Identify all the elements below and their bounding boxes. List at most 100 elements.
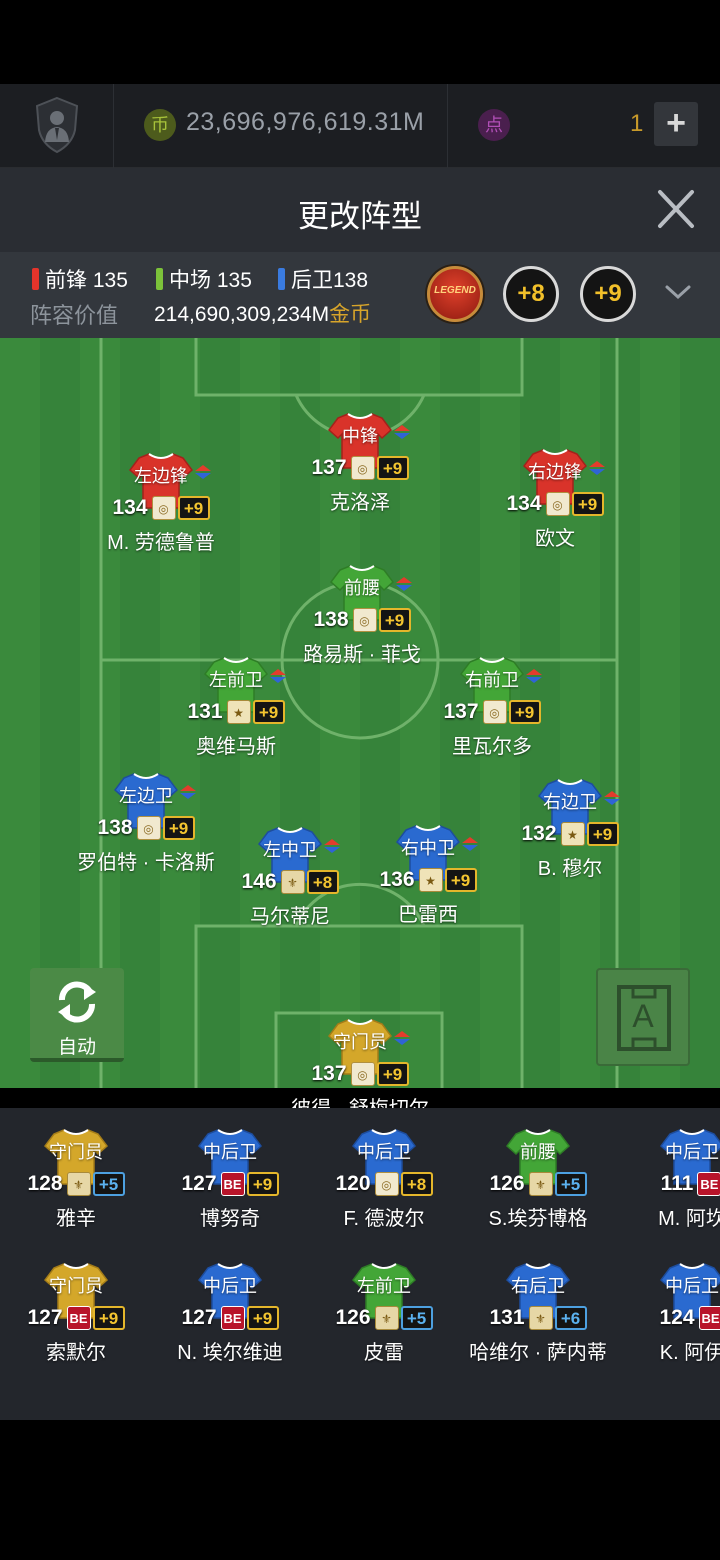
season-badge-icon: ◎ [350,1062,375,1086]
position-label: 右边锋 [528,462,582,482]
position-flag-icon [462,837,478,851]
overall-rating: 134 [506,492,542,515]
position-flag-icon [394,1031,410,1045]
season-badge-icon: ◎ [151,496,176,520]
profile-segment[interactable] [0,84,114,168]
season-badge-icon: BE [698,1306,720,1330]
season-badge-icon: BE [220,1172,245,1196]
player-name: 里瓦尔多 [452,736,532,758]
bench-player[interactable]: 中后卫 111 BE M. 阿坎 [592,1128,720,1230]
position-label: 前腰 [520,1142,556,1162]
enhance-level: +9 [246,1172,279,1196]
position-flag-icon [394,425,410,439]
player-name: M. 阿坎 [658,1208,720,1230]
close-icon[interactable] [654,186,698,232]
overall-rating: 127 [181,1306,217,1329]
rating-row: 137 ◎ +9 [260,1062,460,1090]
rating-row: 137 ◎ +9 [392,700,592,728]
lineup-player[interactable]: 右前卫 137 ◎ +9 里瓦尔多 [392,656,592,758]
enhance-level: +9 [586,822,619,846]
enhance-level: +9 [508,700,541,724]
lineup-player[interactable]: 守门员137◎+9彼得 · 舒梅切尔 [260,1018,460,1120]
overall-rating: 120 [335,1172,371,1195]
enhance-level: +8 [400,1172,433,1196]
manager-avatar-icon [35,96,79,154]
lineup-player[interactable]: 左前卫 131 ★ +9 奥维马斯 [136,656,336,758]
lineup-player[interactable]: 右边锋 134 ◎ +9 欧文 [455,448,655,550]
lineup-player[interactable]: 右中卫 136 ★ +9 巴雷西 [328,824,528,926]
df-value: 138 [333,269,369,292]
mf-stat: 中场 135 [156,264,252,294]
lineup-player[interactable]: 左边卫 138 ◎ +9 罗伯特 · 卡洛斯 [46,772,246,874]
position-flag-icon [396,577,412,591]
player-name: M. 劳德鲁普 [107,532,215,554]
df-stat: 后卫138 [278,264,368,294]
bench-player[interactable]: 中后卫 124 BE K. 阿伊 [592,1262,720,1364]
mf-label: 中场 [169,269,211,292]
lineup-player[interactable]: 中锋 137 ◎ +9 克洛泽 [260,412,460,514]
enhance-level: +9 [246,1306,279,1330]
rating-row: 137 ◎ +9 [260,456,460,484]
point-icon: 点 [478,109,510,141]
overall-rating: 131 [187,700,223,723]
team-value-amount: 214,690,309,234M [154,303,330,326]
add-points-button[interactable]: + [654,102,698,146]
enhance-level: +9 [376,456,409,480]
team-value: 214,690,309,234M金币 [154,298,371,328]
position-label: 中锋 [342,426,378,446]
rating-row: 124 BE [592,1306,720,1334]
mf-color-bar [156,268,163,290]
position-flag-icon [589,461,605,475]
season-badge-icon: ◎ [352,608,377,632]
enhance-level: +6 [554,1306,587,1330]
season-badge-icon: ◎ [136,816,161,840]
auto-button[interactable]: 自动 [30,968,124,1062]
season-badge-icon: ★ [560,822,585,846]
season-badge-icon: ★ [226,700,251,724]
rating-row: 138 ◎ +9 [262,608,462,636]
position-label: 右后卫 [511,1276,565,1296]
player-name: 巴雷西 [398,904,458,926]
overall-rating: 127 [27,1306,63,1329]
player-name: K. 阿伊 [659,1342,720,1364]
position-label: 中后卫 [665,1142,719,1162]
position-label: 右中卫 [401,838,455,858]
auto-label: 自动 [57,1037,96,1058]
point-balance: 1 [630,110,644,137]
overall-rating: 131 [489,1306,525,1329]
season-badge-icon: ⚜ [66,1172,91,1196]
overall-rating: 127 [181,1172,217,1195]
enhance-level: +9 [252,700,285,724]
overall-rating: 134 [112,496,148,519]
enhance-level: +9 [177,496,210,520]
team-value-unit: 金币 [329,303,372,326]
player-name: 奥维马斯 [196,736,276,758]
page-title: 更改阵型 [298,199,422,234]
position-label: 中后卫 [357,1142,411,1162]
rating-row: 136 ★ +9 [328,868,528,896]
enhance-level: +9 [376,1062,409,1086]
overall-rating: 138 [97,816,133,839]
enhance-badge-8[interactable]: +8 [503,266,559,322]
season-badge-icon: ◎ [545,492,570,516]
season-badge-icon: ★ [418,868,443,892]
position-label: 右边卫 [543,792,597,812]
position-label: 右前卫 [465,670,519,690]
enhance-level: +9 [571,492,604,516]
dialog-header: 更改阵型 [0,168,720,252]
enhance-level: +9 [92,1306,125,1330]
overall-rating: 128 [27,1172,63,1195]
enhance-badge-9[interactable]: +9 [580,266,636,322]
legend-badge-text: LEGEND [434,285,476,296]
season-badge-icon: ◎ [374,1172,399,1196]
lineup-player[interactable]: 左边锋 134 ◎ +9 M. 劳德鲁普 [61,452,261,554]
season-badge-icon: BE [66,1306,91,1330]
tactics-button[interactable]: A [596,968,690,1066]
chevron-down-icon[interactable] [664,282,692,302]
lineup-player[interactable]: 前腰 138 ◎ +9 路易斯 · 菲戈 [262,564,462,666]
season-badge-icon: ⚜ [528,1306,553,1330]
team-value-label: 阵容价值 [30,303,119,328]
df-label: 后卫 [291,269,333,292]
legend-badge[interactable]: LEGEND [427,266,483,322]
df-color-bar [278,268,285,290]
